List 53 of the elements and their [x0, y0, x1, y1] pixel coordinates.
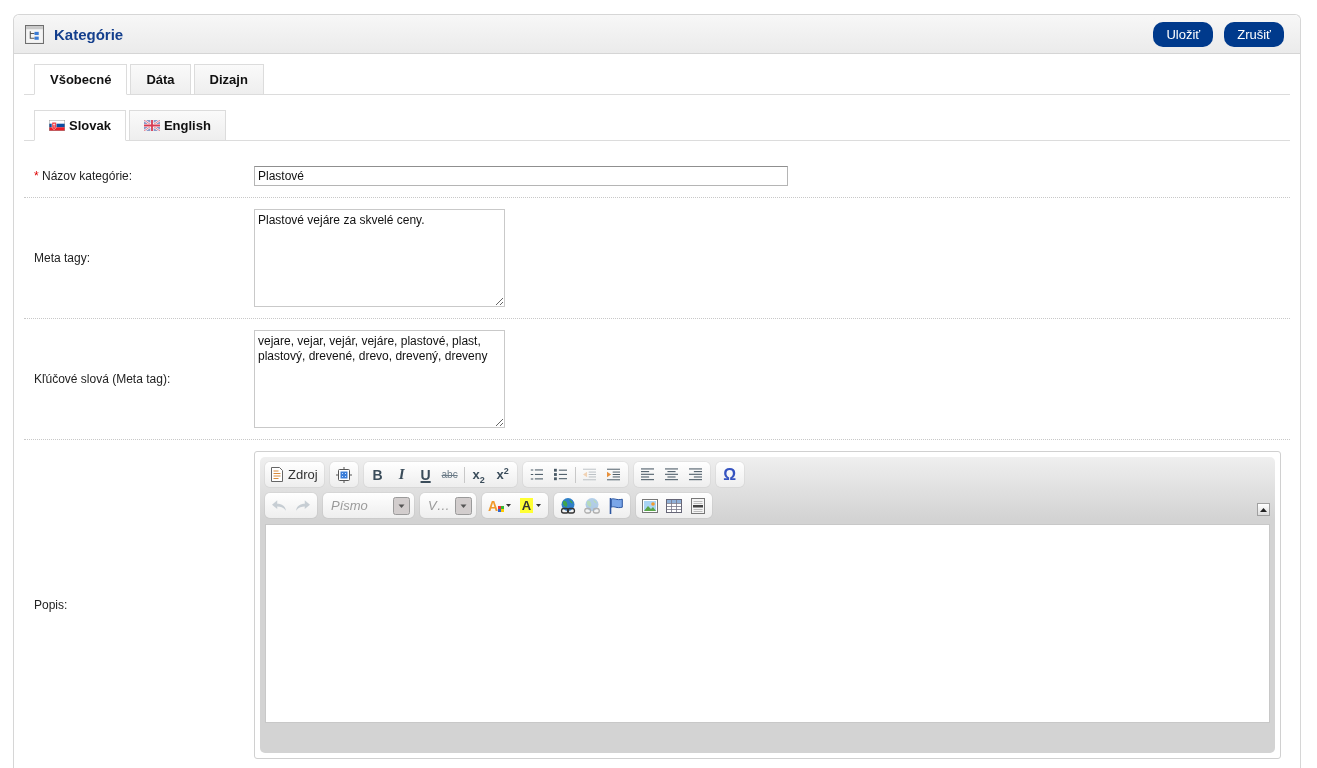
cancel-button[interactable]: Zrušiť	[1224, 21, 1284, 47]
align-center-icon	[665, 468, 679, 481]
table-icon	[666, 498, 682, 513]
slovak-flag-icon	[49, 120, 65, 131]
tab[interactable]: Dáta	[130, 64, 191, 95]
tree-window-icon	[25, 24, 44, 44]
uk-flag-icon	[143, 120, 160, 131]
redo-icon	[296, 500, 310, 511]
editor-content-field[interactable]	[265, 524, 1270, 723]
indent-icon	[607, 468, 621, 481]
source-button[interactable]: Zdroj	[267, 464, 322, 485]
outdent-icon	[583, 468, 597, 481]
caret-icon	[506, 504, 512, 507]
input-field[interactable]: Plastové	[254, 166, 788, 186]
panel-title: Kategórie	[54, 25, 124, 43]
align-right-icon	[689, 468, 703, 481]
caret-icon	[393, 496, 410, 515]
color-squares-icon	[498, 506, 505, 512]
image-icon	[642, 498, 658, 513]
strikethrough-button[interactable]: abc	[437, 464, 462, 485]
bold-button[interactable]: B	[365, 464, 390, 485]
collapse-toolbar-button[interactable]	[1257, 503, 1270, 516]
field-label: Názov kategórie:	[42, 169, 133, 183]
textarea-field[interactable]: Plastové vejáre za skvelé ceny.	[254, 209, 505, 307]
save-button[interactable]: Uložiť	[1153, 21, 1214, 47]
bullet-list-icon	[554, 468, 568, 481]
caret-icon	[455, 496, 472, 515]
underline-button[interactable]: U	[413, 464, 438, 485]
numbered-list-icon	[530, 468, 544, 481]
subscript-button[interactable]: x$_{2}$	[466, 464, 491, 485]
globe-link-icon	[560, 497, 576, 514]
tab[interactable]: Všobecné	[34, 64, 128, 95]
field-label: Kľúčové slová (Meta tag):	[34, 372, 171, 386]
field-label: Popis:	[34, 598, 68, 612]
horizontal-line-icon	[691, 497, 705, 514]
field-label: Meta tagy:	[34, 251, 91, 265]
align-left-icon	[641, 468, 655, 481]
document-icon	[271, 467, 283, 482]
language-tab[interactable]: English	[128, 110, 226, 141]
background-color-button[interactable]: A	[515, 495, 546, 516]
textarea-field[interactable]: vejare, vejar, vejár, vejáre, plastové, plast, plastový, drevené, drevo, drevený, dreveny	[254, 330, 505, 428]
flag-icon	[609, 497, 623, 514]
special-character-button[interactable]: Ω	[717, 464, 742, 485]
italic-button[interactable]: I	[389, 464, 414, 485]
triangle-up-icon	[1260, 507, 1267, 512]
caret-icon	[536, 504, 542, 507]
superscript-button[interactable]: x$^{2}$	[490, 464, 515, 485]
undo-icon	[272, 500, 286, 511]
required-mark: *	[34, 169, 39, 183]
language-tab[interactable]: Slovak	[34, 110, 126, 141]
tab[interactable]: Dizajn	[193, 64, 264, 95]
globe-unlink-icon	[584, 497, 600, 514]
blocks-icon	[335, 466, 352, 483]
